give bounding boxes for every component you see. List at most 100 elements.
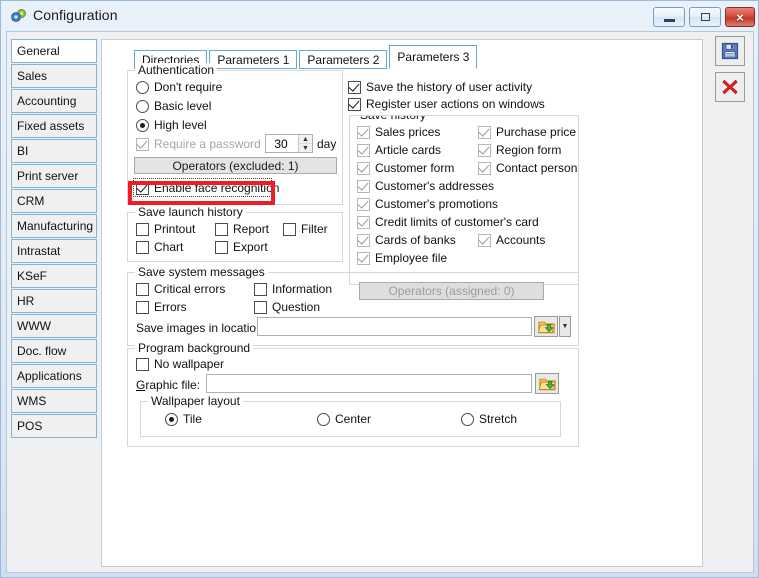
checkbox-save-history-user-activity[interactable]: Save the history of user activity	[348, 80, 532, 94]
checkbox-cards-of-banks[interactable]: Cards of banks	[357, 233, 456, 247]
sidebar-item-accounting[interactable]: Accounting	[11, 89, 97, 113]
sidebar-item-label: WMS	[17, 394, 47, 408]
tab-label: Parameters 1	[217, 52, 290, 67]
radio-basic-level[interactable]: Basic level	[136, 99, 211, 113]
sidebar-item-doc-flow[interactable]: Doc. flow	[11, 339, 97, 363]
sidebar-item-pos[interactable]: POS	[11, 414, 97, 438]
checkbox-require-password-change[interactable]: Require a password change	[136, 137, 263, 151]
checkbox-printout[interactable]: Printout	[136, 222, 195, 236]
radio-center[interactable]: Center	[317, 412, 371, 426]
sidebar-item-fixed-assets[interactable]: Fixed assets	[11, 114, 97, 138]
authentication-group: Authentication Don't require Basic level…	[127, 63, 343, 205]
graphic-file-label: Graphic file:	[136, 378, 201, 392]
radio-tile[interactable]: Tile	[165, 412, 202, 426]
sidebar-item-intrastat[interactable]: Intrastat	[11, 239, 97, 263]
checkbox-accounts[interactable]: Accounts	[478, 233, 545, 247]
sidebar-item-ksef[interactable]: KSeF	[11, 264, 97, 288]
tab-parameters-2[interactable]: Parameters 2	[299, 50, 388, 69]
sidebar-item-crm[interactable]: CRM	[11, 189, 97, 213]
checkbox-indicator	[348, 97, 361, 111]
checkbox-customers-promotions[interactable]: Customer's promotions	[357, 197, 498, 211]
checkbox-indicator	[357, 197, 370, 211]
folder-download-icon	[537, 321, 555, 334]
checkbox-purchase-price[interactable]: Purchase price	[478, 125, 576, 139]
save-images-location-input[interactable]	[257, 317, 532, 336]
sidebar-item-label: WWW	[17, 319, 51, 333]
checkbox-label: Accounts	[496, 233, 546, 247]
sidebar-item-sales[interactable]: Sales	[11, 64, 97, 88]
tab-label: Parameters 2	[307, 52, 380, 67]
save-button[interactable]	[715, 36, 745, 66]
graphic-file-browse-button[interactable]	[535, 373, 559, 394]
operators-excluded-button[interactable]: Operators (excluded: 1)	[134, 157, 337, 174]
checkbox-article-cards[interactable]: Article cards	[357, 143, 441, 157]
sidebar-item-label: CRM	[17, 194, 45, 208]
checkbox-report[interactable]: Report	[215, 222, 269, 236]
password-change-days-stepper[interactable]: 30 ▲ ▼	[265, 134, 313, 153]
checkbox-label: Filter	[301, 222, 328, 236]
sidebar-item-bi[interactable]: BI	[11, 139, 97, 163]
browse-dropdown-button[interactable]: ▼	[559, 316, 571, 337]
maximize-button[interactable]	[689, 7, 721, 27]
focus-rectangle	[133, 178, 272, 197]
stepper-down-icon[interactable]: ▼	[299, 144, 312, 152]
checkbox-credit-limits[interactable]: Credit limits of customer's card	[357, 215, 539, 229]
checkbox-critical-errors[interactable]: Critical errors	[136, 282, 225, 296]
window-close-button[interactable]: ×	[725, 7, 755, 27]
chevron-down-icon: ▼	[561, 323, 569, 330]
stepper-up-icon[interactable]: ▲	[299, 135, 312, 144]
checkbox-label: Report	[233, 222, 270, 236]
tab-parameters-1[interactable]: Parameters 1	[209, 50, 298, 69]
sidebar-item-hr[interactable]: HR	[11, 289, 97, 313]
checkbox-label: Critical errors	[154, 282, 226, 296]
sidebar: General Sales Accounting Fixed assets BI…	[11, 39, 97, 438]
checkbox-indicator	[478, 143, 491, 157]
checkbox-errors[interactable]: Errors	[136, 300, 187, 314]
minimize-button[interactable]	[653, 7, 685, 27]
close-button[interactable]	[715, 72, 745, 102]
radio-high-level[interactable]: High level	[136, 118, 207, 132]
checkbox-employee-file[interactable]: Employee file	[357, 251, 447, 265]
radio-stretch[interactable]: Stretch	[461, 412, 517, 426]
sidebar-item-general[interactable]: General	[11, 39, 97, 63]
sidebar-item-print-server[interactable]: Print server	[11, 164, 97, 188]
radio-indicator	[165, 412, 178, 426]
checkbox-filter[interactable]: Filter	[283, 222, 328, 236]
checkbox-register-user-actions[interactable]: Register user actions on windows	[348, 97, 545, 111]
tab-parameters-3[interactable]: Parameters 3	[389, 45, 478, 69]
sidebar-item-label: Applications	[17, 369, 82, 383]
sidebar-item-wms[interactable]: WMS	[11, 389, 97, 413]
checkbox-contact-persons[interactable]: Contact persons	[478, 161, 578, 175]
checkbox-information[interactable]: Information	[254, 282, 332, 296]
sidebar-item-applications[interactable]: Applications	[11, 364, 97, 388]
sidebar-item-www[interactable]: WWW	[11, 314, 97, 338]
checkbox-no-wallpaper[interactable]: No wallpaper	[136, 357, 224, 371]
radio-label: High level	[154, 118, 207, 132]
sidebar-item-label: Doc. flow	[17, 344, 67, 358]
close-icon: ×	[736, 9, 744, 25]
sidebar-item-label: Intrastat	[17, 244, 61, 258]
sidebar-item-label: Manufacturing	[17, 219, 94, 233]
folder-download-icon	[538, 378, 556, 391]
checkbox-customers-addresses[interactable]: Customer's addresses	[357, 179, 494, 193]
sidebar-item-label: BI	[17, 144, 29, 158]
title-bar: Configuration ×	[1, 1, 758, 31]
browse-folder-button[interactable]	[534, 316, 558, 337]
radio-dont-require[interactable]: Don't require	[136, 80, 222, 94]
radio-indicator	[136, 118, 149, 132]
radio-label: Tile	[183, 412, 202, 426]
checkbox-region-form[interactable]: Region form	[478, 143, 561, 157]
graphic-file-input[interactable]	[206, 374, 532, 393]
checkbox-label: Question	[272, 300, 321, 314]
checkbox-sales-prices[interactable]: Sales prices	[357, 125, 440, 139]
client-area: General Sales Accounting Fixed assets BI…	[6, 31, 754, 573]
checkbox-indicator	[478, 125, 491, 139]
checkbox-customer-form[interactable]: Customer form	[357, 161, 454, 175]
stepper-buttons[interactable]: ▲ ▼	[298, 135, 312, 152]
operators-assigned-button[interactable]: Operators (assigned: 0)	[359, 282, 544, 300]
checkbox-chart[interactable]: Chart	[136, 240, 183, 254]
checkbox-export[interactable]: Export	[215, 240, 268, 254]
sidebar-item-manufacturing[interactable]: Manufacturing	[11, 214, 97, 238]
checkbox-label: Region form	[496, 143, 562, 157]
checkbox-question[interactable]: Question	[254, 300, 320, 314]
